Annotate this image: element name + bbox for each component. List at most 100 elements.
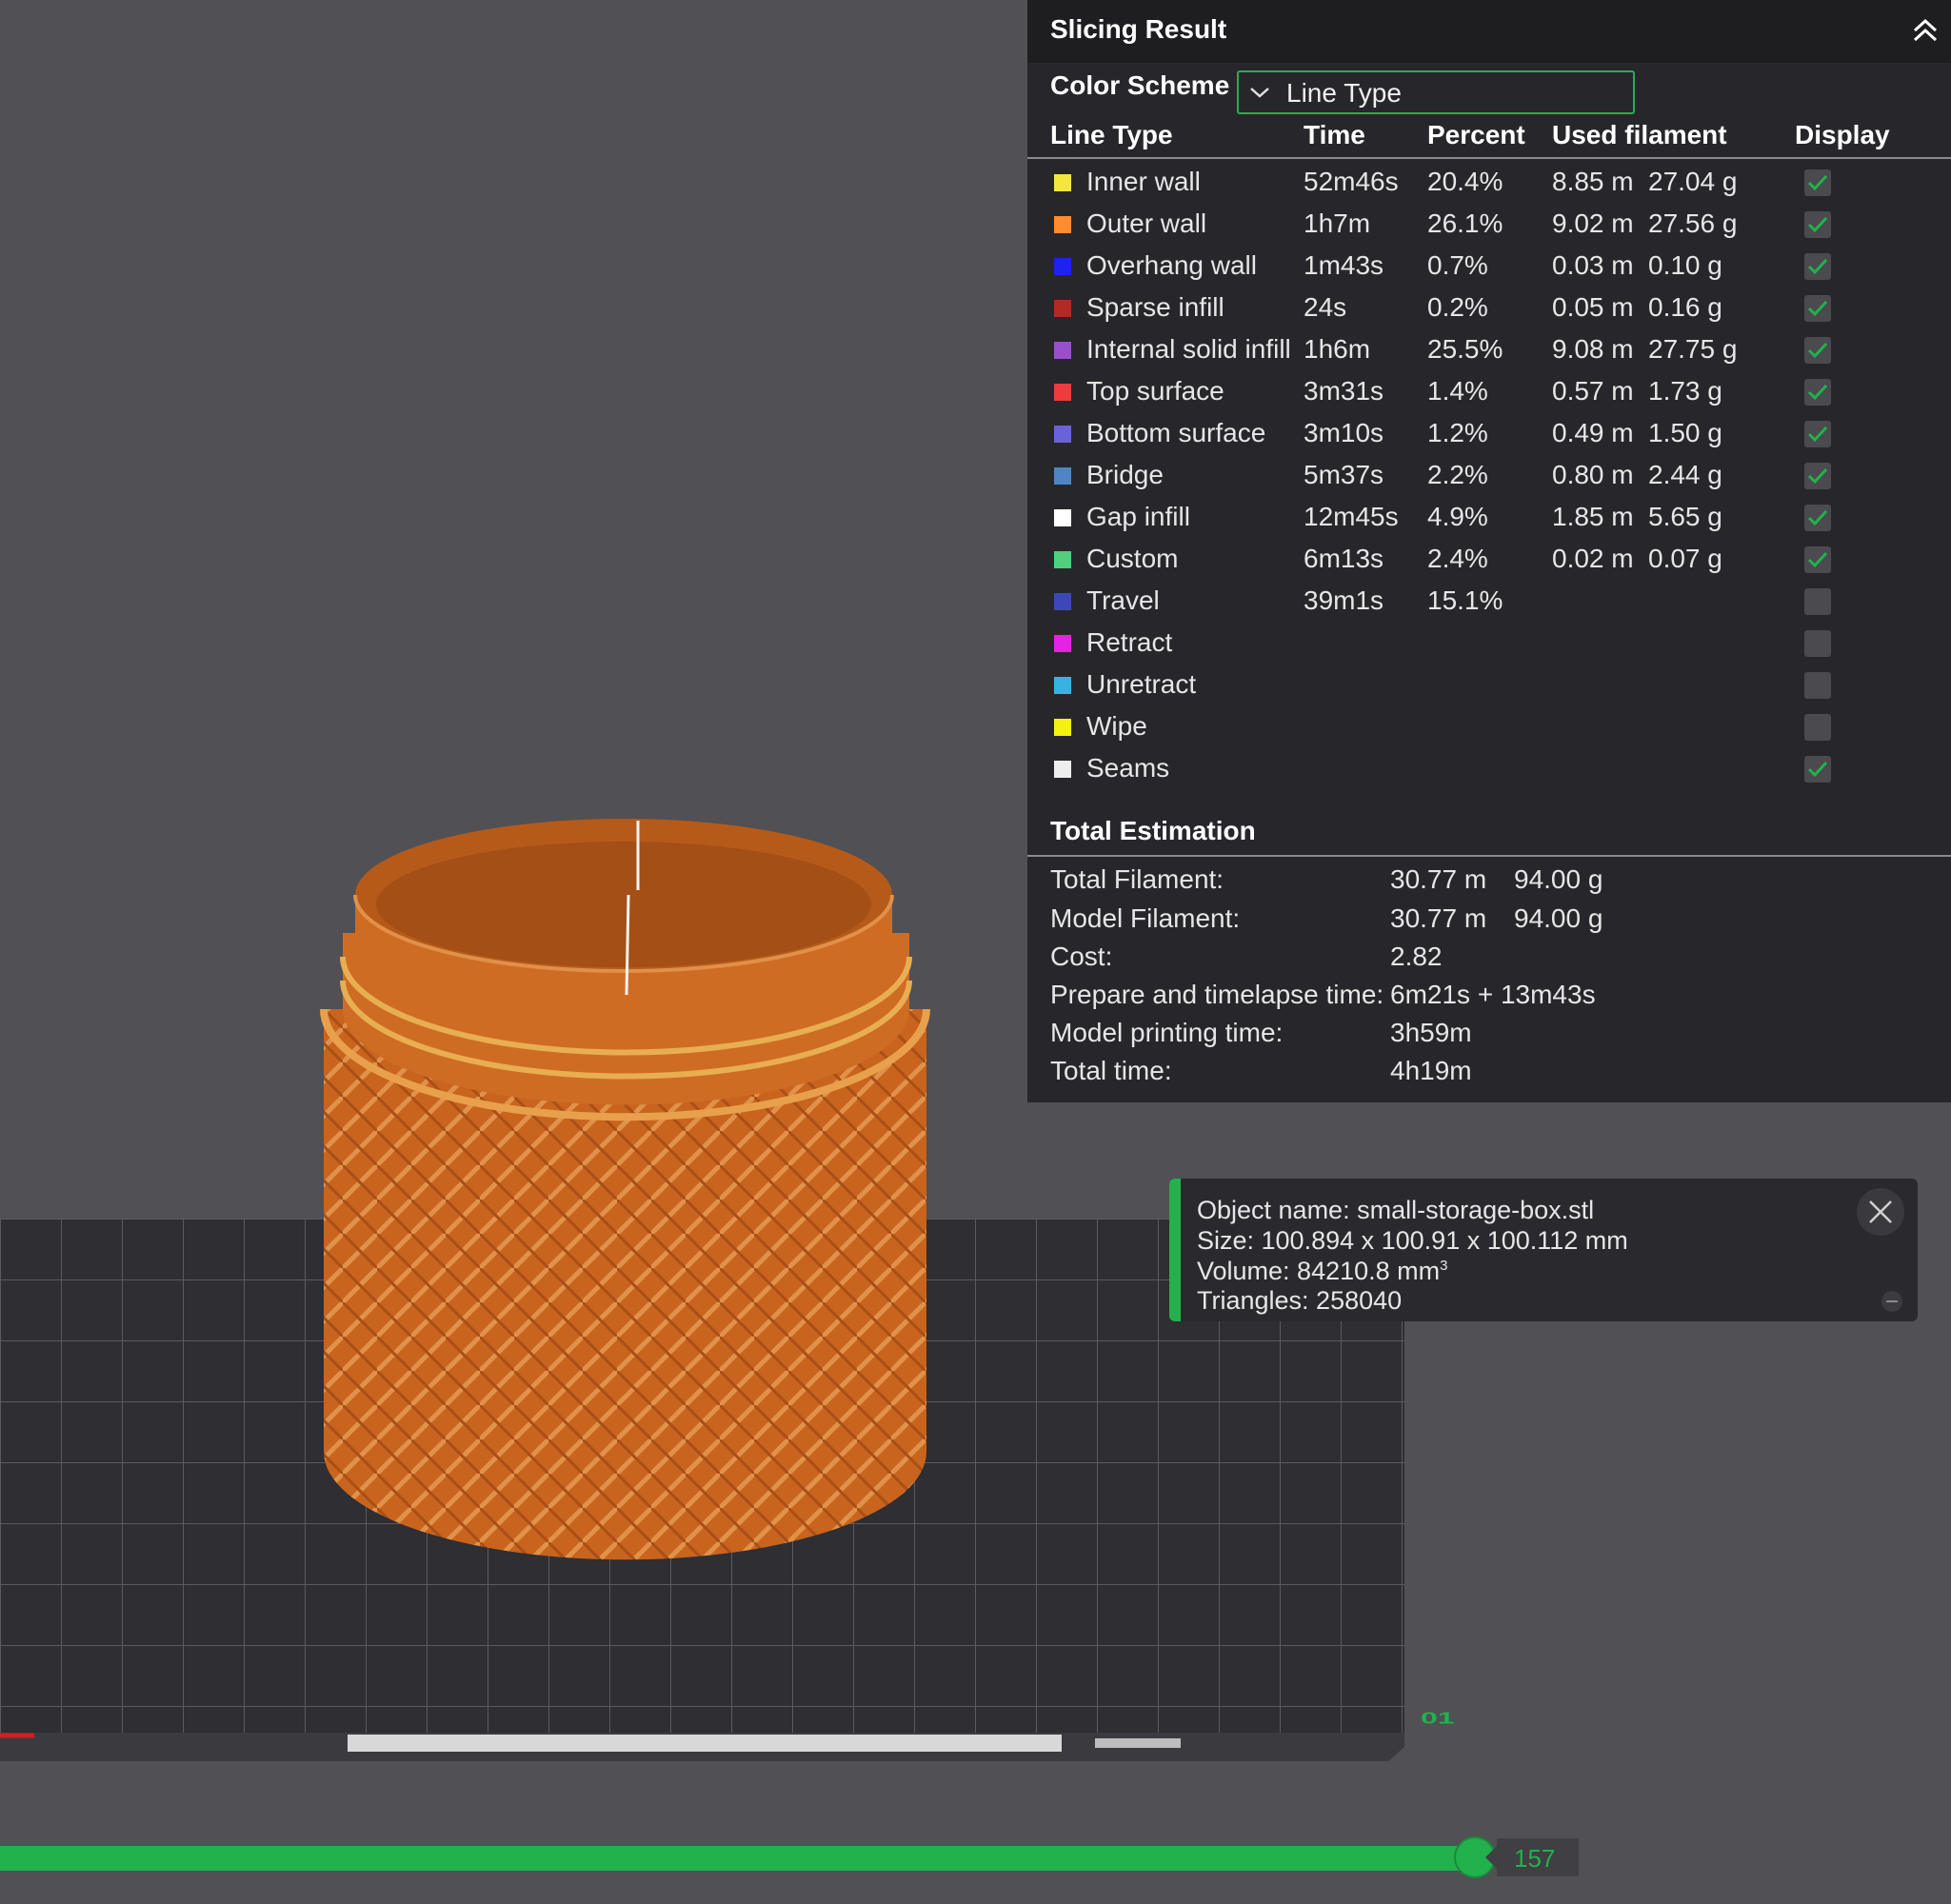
display-checkbox[interactable] bbox=[1804, 505, 1831, 531]
table-row: Retract bbox=[1027, 623, 1951, 664]
time-value: 6m13s bbox=[1304, 544, 1384, 573]
printed-object-preview[interactable] bbox=[320, 819, 930, 1560]
filament-length: 0.02 m bbox=[1552, 544, 1634, 573]
filament-weight: 0.07 g bbox=[1648, 544, 1722, 573]
filament-weight: 0.10 g bbox=[1648, 250, 1722, 280]
color-scheme-dropdown[interactable]: Line Type bbox=[1237, 70, 1635, 114]
display-checkbox[interactable] bbox=[1804, 672, 1831, 699]
total-row: Model printing time: 3h59m bbox=[1027, 1014, 1951, 1052]
checkmark-icon bbox=[1807, 509, 1828, 526]
display-checkbox[interactable] bbox=[1804, 253, 1831, 280]
line-type-name: Gap infill bbox=[1086, 502, 1190, 531]
total-label: Total Filament: bbox=[1050, 864, 1224, 894]
slicing-result-panel: Slicing Result Color Scheme Line Type Li… bbox=[1027, 0, 1951, 1102]
line-type-name: Bridge bbox=[1086, 460, 1164, 489]
color-swatch bbox=[1054, 467, 1071, 485]
panel-title: Slicing Result bbox=[1050, 14, 1227, 44]
time-value: 24s bbox=[1304, 292, 1347, 322]
label-pointer bbox=[1485, 1846, 1497, 1869]
line-type-name: Unretract bbox=[1086, 669, 1197, 699]
column-header-percent: Percent bbox=[1427, 120, 1525, 149]
checkmark-icon bbox=[1807, 761, 1828, 778]
line-type-name: Bottom surface bbox=[1086, 418, 1266, 447]
display-checkbox[interactable] bbox=[1804, 211, 1831, 238]
checkmark-icon bbox=[1807, 384, 1828, 401]
display-checkbox[interactable] bbox=[1804, 337, 1831, 364]
filament-weight: 27.04 g bbox=[1648, 167, 1738, 196]
display-checkbox[interactable] bbox=[1804, 421, 1831, 447]
checkmark-icon bbox=[1807, 426, 1828, 443]
total-value: 2.82 bbox=[1390, 942, 1443, 971]
color-swatch bbox=[1054, 719, 1071, 736]
percent-value: 2.2% bbox=[1427, 460, 1488, 489]
table-row: Bridge 5m37s 2.2% 0.80 m 2.44 g bbox=[1027, 455, 1951, 497]
layer-slider-value-label: 157 bbox=[1485, 1838, 1579, 1876]
collapse-chevrons-icon[interactable] bbox=[1909, 17, 1941, 46]
checkmark-icon bbox=[1807, 174, 1828, 191]
display-checkbox[interactable] bbox=[1804, 756, 1831, 783]
total-value: 6m21s + 13m43s bbox=[1390, 980, 1596, 1009]
color-swatch bbox=[1054, 216, 1071, 233]
line-type-name: Inner wall bbox=[1086, 167, 1201, 196]
total-estimation-title: Total Estimation bbox=[1050, 816, 1256, 845]
total-label: Model printing time: bbox=[1050, 1018, 1284, 1047]
percent-value: 2.4% bbox=[1427, 544, 1488, 573]
percent-value: 1.4% bbox=[1427, 376, 1488, 406]
filament-length: 9.08 m bbox=[1552, 334, 1634, 364]
close-button[interactable] bbox=[1857, 1188, 1904, 1236]
column-header-display: Display bbox=[1795, 120, 1890, 149]
filament-length: 0.03 m bbox=[1552, 250, 1634, 280]
display-checkbox[interactable] bbox=[1804, 588, 1831, 615]
checkmark-icon bbox=[1807, 300, 1828, 317]
display-checkbox[interactable] bbox=[1804, 379, 1831, 406]
color-swatch bbox=[1054, 677, 1071, 694]
filament-length: 9.02 m bbox=[1552, 208, 1634, 238]
total-row: Total time: 4h19m bbox=[1027, 1052, 1951, 1090]
color-swatch bbox=[1054, 426, 1071, 443]
display-checkbox[interactable] bbox=[1804, 630, 1831, 657]
chevron-down-icon bbox=[1250, 88, 1269, 98]
filament-length: 0.05 m bbox=[1552, 292, 1634, 322]
total-row: Total Filament: 30.77 m 94.00 g bbox=[1027, 861, 1951, 899]
percent-value: 25.5% bbox=[1427, 334, 1503, 364]
filament-weight: 1.73 g bbox=[1648, 376, 1722, 406]
table-row: Bottom surface 3m10s 1.2% 0.49 m 1.50 g bbox=[1027, 413, 1951, 455]
color-swatch bbox=[1054, 551, 1071, 568]
object-triangles: Triangles: 258040 bbox=[1197, 1286, 1403, 1315]
time-value: 1h7m bbox=[1304, 208, 1371, 238]
display-checkbox[interactable] bbox=[1804, 169, 1831, 196]
total-value: 4h19m bbox=[1390, 1056, 1472, 1085]
table-row: Travel 39m1s 15.1% bbox=[1027, 581, 1951, 623]
color-scheme-value: Line Type bbox=[1286, 78, 1402, 108]
checkmark-icon bbox=[1807, 216, 1828, 233]
percent-value: 26.1% bbox=[1427, 208, 1503, 238]
color-swatch bbox=[1054, 342, 1071, 359]
display-checkbox[interactable] bbox=[1804, 546, 1831, 573]
line-type-name: Internal solid infill bbox=[1086, 334, 1291, 364]
filament-weight: 5.65 g bbox=[1648, 502, 1722, 531]
layer-slider-track[interactable] bbox=[0, 1846, 1476, 1871]
time-value: 3m31s bbox=[1304, 376, 1384, 406]
total-value-secondary: 94.00 g bbox=[1514, 864, 1603, 894]
time-value: 1m43s bbox=[1304, 250, 1384, 280]
display-checkbox[interactable] bbox=[1804, 714, 1831, 741]
display-checkbox[interactable] bbox=[1804, 295, 1831, 322]
line-type-name: Custom bbox=[1086, 544, 1179, 573]
filament-length: 0.57 m bbox=[1552, 376, 1634, 406]
total-row: Prepare and timelapse time: 6m21s + 13m43… bbox=[1027, 976, 1951, 1014]
column-header-line-type: Line Type bbox=[1050, 120, 1173, 149]
line-type-name: Outer wall bbox=[1086, 208, 1207, 238]
close-icon bbox=[1869, 1200, 1892, 1223]
filament-length: 1.85 m bbox=[1552, 502, 1634, 531]
time-value: 39m1s bbox=[1304, 585, 1384, 615]
total-value: 3h59m bbox=[1390, 1018, 1472, 1047]
line-type-name: Top surface bbox=[1086, 376, 1224, 406]
time-value: 1h6m bbox=[1304, 334, 1371, 364]
minimize-button[interactable] bbox=[1881, 1291, 1902, 1312]
volume-unit-superscript: 3 bbox=[1440, 1258, 1448, 1274]
line-type-name: Overhang wall bbox=[1086, 250, 1257, 280]
total-label: Model Filament: bbox=[1050, 903, 1241, 933]
display-checkbox[interactable] bbox=[1804, 463, 1831, 489]
object-info-tooltip: Object name: small-storage-box.stl Size:… bbox=[1169, 1179, 1918, 1321]
color-swatch bbox=[1054, 384, 1071, 401]
